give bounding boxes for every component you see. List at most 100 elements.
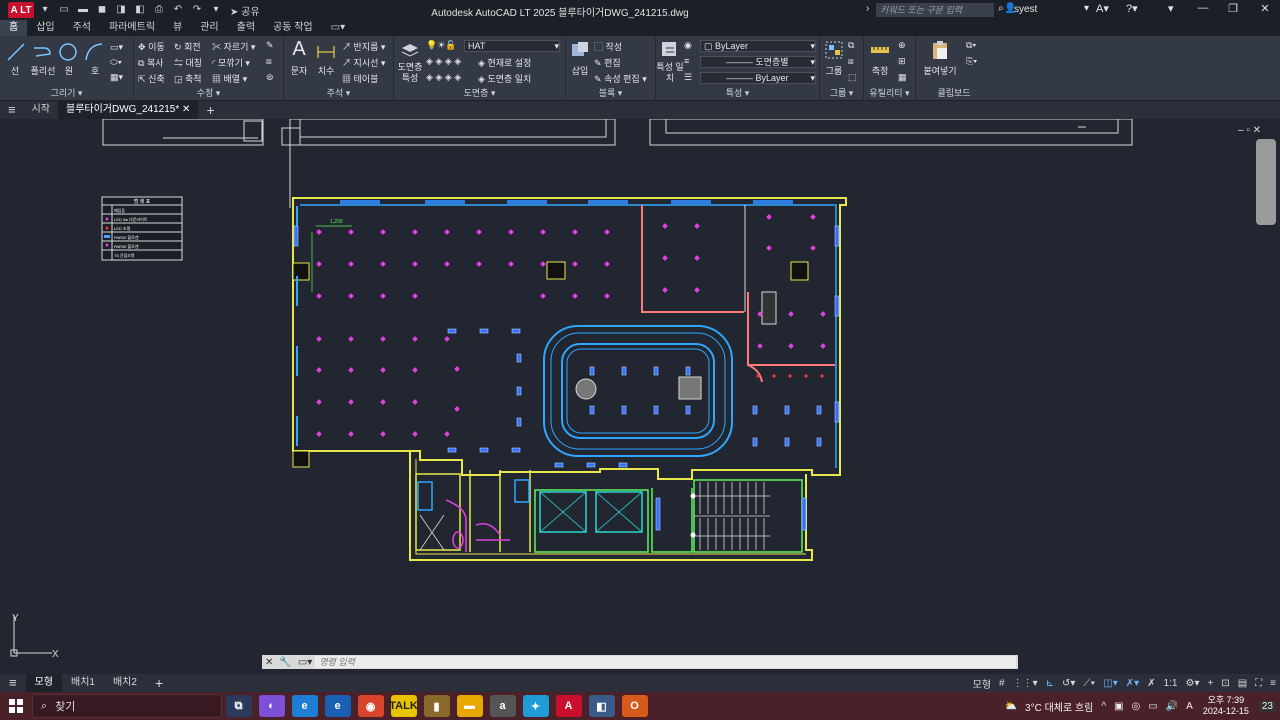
model-space-button[interactable]: 모형: [973, 676, 991, 691]
id-point-icon[interactable]: ⊕: [898, 40, 906, 51]
linear-light-fixture[interactable]: [589, 366, 595, 376]
autodesk-app-icon[interactable]: A▾: [1096, 2, 1109, 15]
layer-dropdown[interactable]: HAT ▾: [464, 40, 560, 52]
downlight-fixture[interactable]: [380, 229, 386, 235]
units-icon[interactable]: ⊡: [1221, 678, 1229, 689]
annotation-visibility-icon[interactable]: ✗▾: [1126, 678, 1139, 689]
chevron-right-icon[interactable]: ›: [866, 3, 869, 14]
downlight-fixture[interactable]: [662, 255, 668, 261]
downlight-fixture[interactable]: [380, 261, 386, 267]
layer-properties-icon[interactable]: [400, 40, 420, 60]
calculator-icon[interactable]: ▦: [898, 72, 907, 83]
file-explorer-icon[interactable]: ▬: [456, 695, 483, 717]
linear-light-fixture[interactable]: [784, 405, 790, 415]
command-history-icon[interactable]: ▭▾: [298, 657, 312, 668]
downlight-fixture[interactable]: [444, 229, 450, 235]
downlight-fixture[interactable]: [454, 406, 460, 412]
downlight-fixture[interactable]: [412, 261, 418, 267]
downlight-fixture[interactable]: [316, 399, 322, 405]
clean-screen-icon[interactable]: ⛶: [1255, 678, 1262, 689]
offset-icon[interactable]: ⊜: [266, 72, 274, 83]
downlight-fixture[interactable]: [820, 343, 826, 349]
chrome-icon[interactable]: ◉: [357, 695, 384, 717]
autocad-taskbar-icon[interactable]: A: [555, 695, 582, 717]
weather-icon[interactable]: ⛅: [1005, 701, 1017, 712]
dimension-icon[interactable]: [316, 42, 336, 62]
downlight-fixture[interactable]: [316, 229, 322, 235]
user-name[interactable]: syest: [1014, 4, 1037, 15]
messenger-icon[interactable]: ✦: [522, 695, 549, 717]
attribute-edit-button[interactable]: ✎ 속성 편집 ▾: [594, 72, 647, 85]
file-viewer-icon[interactable]: ▮: [423, 695, 450, 717]
help-search-input[interactable]: 키워드 또는 구문 입력: [876, 3, 994, 17]
downlight-fixture[interactable]: [412, 229, 418, 235]
edge-icon[interactable]: e: [291, 695, 318, 717]
downlight-fixture[interactable]: [604, 229, 610, 235]
tab-model[interactable]: 모형: [25, 674, 62, 692]
linear-light-fixture[interactable]: [586, 462, 596, 468]
legend-table[interactable]: 범 례 표 매입등 LED 3w 다운라이트 LED 조명 PAR20 할로겐 …: [101, 196, 183, 261]
copy-button[interactable]: ⧉ 복사: [138, 56, 164, 69]
panel-groups-title[interactable]: 그룹 ▾: [820, 86, 863, 99]
bluetooth-icon[interactable]: ◎: [1132, 701, 1141, 712]
linear-light-fixture[interactable]: [685, 405, 691, 415]
linear-light-fixture[interactable]: [834, 401, 840, 423]
linear-light-fixture[interactable]: [816, 437, 822, 447]
leader-button[interactable]: ↗ 지시선 ▾: [342, 56, 385, 69]
battery-icon[interactable]: ▭: [1148, 701, 1157, 712]
downlight-fixture[interactable]: [662, 223, 668, 229]
ribbon-more-icon[interactable]: ▭▾: [322, 20, 354, 36]
tab-current-drawing[interactable]: 블루타이거DWG_241215* ✕: [58, 101, 199, 119]
linear-light-fixture[interactable]: [801, 497, 807, 531]
stretch-button[interactable]: ⇱ 신축: [138, 72, 165, 85]
match-properties-icon[interactable]: [660, 40, 680, 60]
boundary-icon[interactable]: ▦▾: [110, 72, 123, 83]
group-edit-icon[interactable]: ⧈: [848, 56, 854, 67]
downlight-fixture[interactable]: [348, 336, 354, 342]
input-language[interactable]: A: [1186, 701, 1193, 712]
customize-status-icon[interactable]: ≡: [1270, 678, 1276, 689]
hatch-icon[interactable]: ⬭▾: [110, 57, 122, 68]
downlight-fixture[interactable]: [540, 293, 546, 299]
measure-icon[interactable]: [870, 40, 890, 60]
downlight-fixture[interactable]: [348, 367, 354, 373]
chevron-up-icon[interactable]: ^: [1101, 701, 1106, 712]
workspace-gear-icon[interactable]: ⚙▾: [1185, 678, 1199, 689]
fillet-button[interactable]: ◜ 모깎기 ▾: [212, 56, 250, 69]
mirror-button[interactable]: ⇋ 대칭: [174, 56, 202, 69]
ungroup-icon[interactable]: ⧉: [848, 40, 854, 51]
ie-icon[interactable]: e: [324, 695, 351, 717]
move-button[interactable]: ✥ 이동: [138, 40, 165, 53]
color-dropdown[interactable]: ▢ ByLayer ▾: [700, 40, 816, 52]
linear-light-fixture[interactable]: [752, 405, 758, 415]
lineweight-toggle-icon[interactable]: ▤: [1238, 678, 1247, 689]
add-layout-icon[interactable]: +: [146, 674, 172, 692]
tab-home[interactable]: 홈: [0, 20, 28, 36]
ribbon-toggle-icon[interactable]: ▾: [1168, 2, 1174, 15]
downlight-fixture[interactable]: [316, 431, 322, 437]
linear-light-fixture[interactable]: [447, 447, 457, 453]
downlight-fixture[interactable]: [380, 399, 386, 405]
downlight-fixture[interactable]: [788, 343, 794, 349]
downlight-fixture[interactable]: [508, 261, 514, 267]
linear-light-fixture[interactable]: [784, 437, 790, 447]
downlight-fixture[interactable]: [540, 261, 546, 267]
line-icon[interactable]: [6, 42, 26, 62]
lineweight-icon[interactable]: ☰: [684, 72, 692, 83]
weather-text[interactable]: 3°C 대체로 흐림: [1025, 699, 1093, 714]
downlight-fixture[interactable]: [412, 367, 418, 373]
downlight-fixture[interactable]: [810, 245, 816, 251]
create-block-button[interactable]: ⬚ 작성: [594, 40, 622, 53]
linear-light-fixture[interactable]: [834, 295, 840, 317]
downlight-fixture[interactable]: [348, 229, 354, 235]
insert-block-icon[interactable]: [570, 40, 590, 60]
downlight-fixture[interactable]: [316, 293, 322, 299]
search-icon[interactable]: ⌕: [998, 3, 1004, 14]
downlight-fixture[interactable]: [412, 431, 418, 437]
annotation-scale-button[interactable]: 1:1: [1164, 678, 1178, 689]
downlight-fixture[interactable]: [380, 336, 386, 342]
dwg-viewer-icon[interactable]: ◧: [588, 695, 615, 717]
downlight-fixture[interactable]: [316, 336, 322, 342]
linear-light-fixture[interactable]: [447, 328, 457, 334]
downlight-fixture[interactable]: [444, 431, 450, 437]
